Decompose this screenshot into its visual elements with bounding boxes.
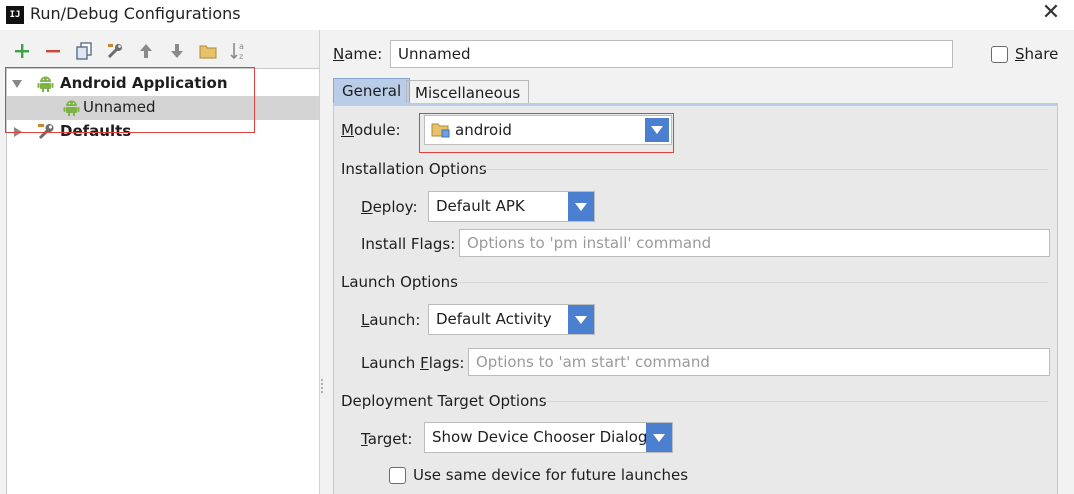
same-device-label[interactable]: Use same device for future launches — [413, 466, 688, 484]
deploy-label: Deploy: — [361, 198, 418, 216]
deployment-target-title: Deployment Target Options — [341, 392, 547, 410]
highlight-box — [5, 67, 255, 133]
module-highlight-box — [419, 113, 674, 153]
config-toolbar: az — [0, 30, 320, 68]
install-flags-label: Install Flags: — [361, 235, 456, 253]
edit-defaults-icon[interactable] — [104, 40, 126, 62]
tab-underline — [333, 103, 1058, 106]
launch-flags-label: Launch Flags: — [361, 354, 465, 372]
close-icon[interactable]: ✕ — [1040, 0, 1062, 26]
folder-icon[interactable] — [197, 40, 219, 62]
target-label: Target: — [361, 430, 413, 448]
name-field[interactable]: Unnamed — [390, 40, 953, 68]
app-icon: IJ — [6, 6, 24, 24]
install-flags-field[interactable]: Options to 'pm install' command — [459, 229, 1050, 257]
svg-text:a: a — [239, 42, 244, 51]
splitter-handle[interactable] — [320, 378, 324, 394]
launch-label: Launch: — [361, 311, 421, 329]
launch-value: Default Activity — [436, 310, 552, 328]
deploy-value: Default APK — [436, 197, 525, 215]
copy-icon[interactable] — [73, 40, 95, 62]
tab-general[interactable]: General — [333, 78, 411, 104]
chevron-down-icon — [568, 192, 594, 221]
deploy-select[interactable]: Default APK — [428, 191, 595, 222]
installation-separator — [482, 169, 1048, 170]
share-label[interactable]: Share — [1015, 45, 1058, 63]
tab-miscellaneous[interactable]: Miscellaneous — [406, 80, 530, 104]
move-down-icon[interactable] — [166, 40, 188, 62]
remove-icon[interactable] — [42, 40, 64, 62]
launch-separator — [456, 282, 1048, 283]
add-icon[interactable] — [11, 40, 33, 62]
svg-text:z: z — [239, 52, 243, 61]
same-device-checkbox[interactable] — [389, 467, 406, 484]
target-select[interactable]: Show Device Chooser Dialog — [424, 422, 673, 453]
share-checkbox[interactable] — [991, 46, 1008, 63]
launch-select[interactable]: Default Activity — [428, 304, 595, 335]
name-label: Name: — [333, 45, 383, 63]
window-title: Run/Debug Configurations — [30, 4, 241, 23]
panel-divider — [319, 30, 320, 494]
installation-options-title: Installation Options — [341, 160, 487, 178]
chevron-down-icon — [646, 423, 672, 452]
sort-icon[interactable]: az — [228, 40, 250, 62]
module-label: Module: — [341, 121, 401, 139]
launch-flags-field[interactable]: Options to 'am start' command — [468, 348, 1050, 376]
target-value: Show Device Chooser Dialog — [432, 428, 648, 446]
move-up-icon[interactable] — [135, 40, 157, 62]
chevron-down-icon — [568, 305, 594, 334]
launch-options-title: Launch Options — [341, 273, 458, 291]
deployment-separator — [543, 401, 1048, 402]
